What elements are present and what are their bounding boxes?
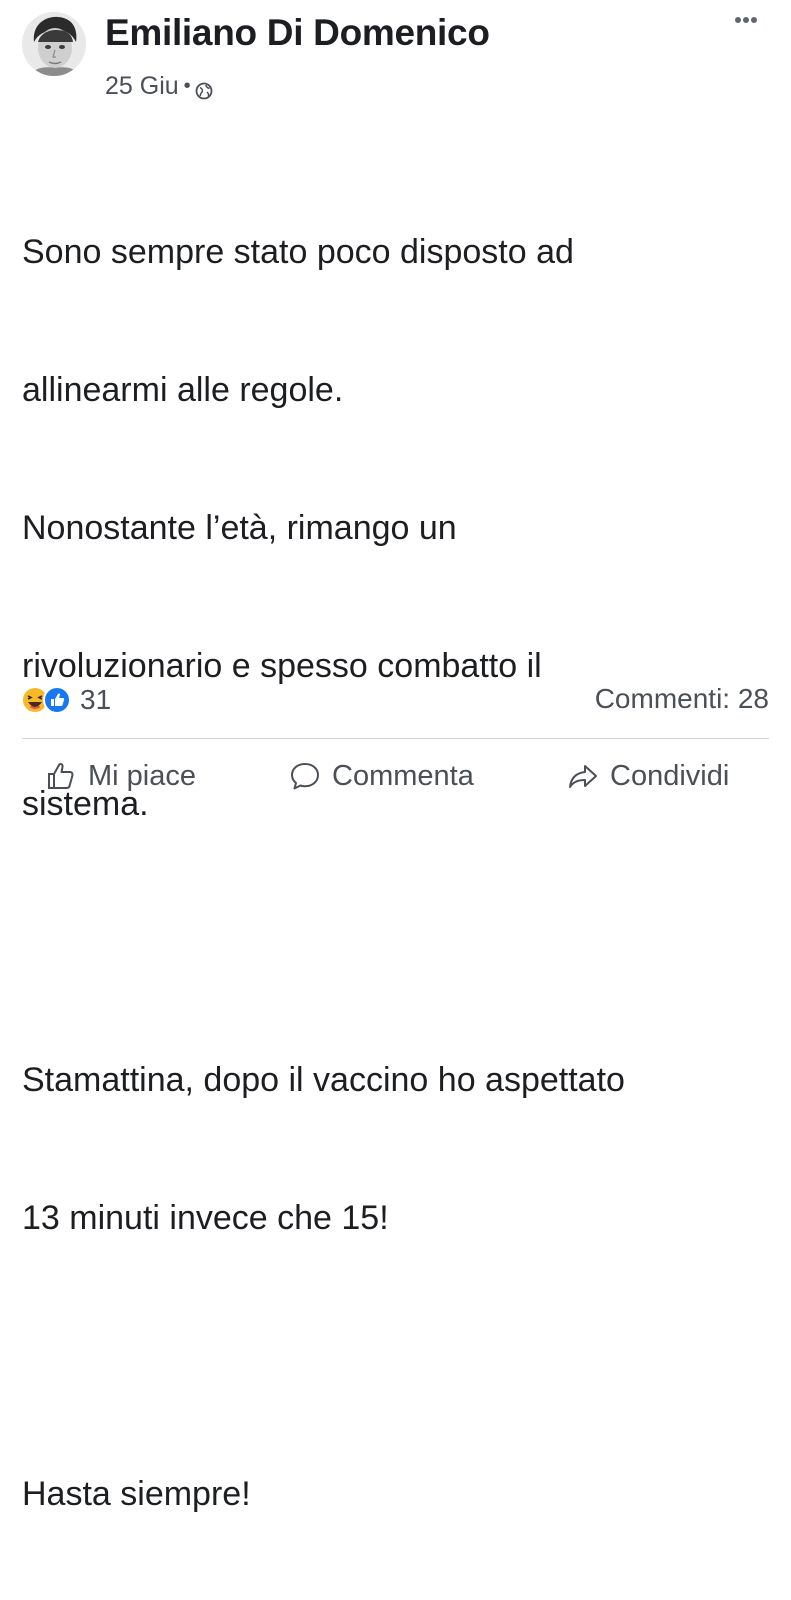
post-text-blank-line [22,919,782,965]
thumbs-up-icon [48,762,74,789]
like-reaction-icon [43,686,71,714]
post-text-line: Stamattina, dopo il vaccino ho aspettato [22,1061,625,1099]
share-button[interactable]: Condividi [566,752,729,800]
post-text-line: allinearmi alle regole. [22,371,344,409]
comment-bubble-icon [291,763,319,790]
reactions-summary[interactable]: 31 [20,680,111,720]
share-button-label: Condividi [610,759,730,792]
like-button-label: Mi piace [88,759,196,792]
post-text-line: Nonostante l’età, rimango un [22,509,457,547]
comments-count[interactable]: Commenti: 28 [595,683,769,715]
post-date[interactable]: 25 Giu [105,72,179,101]
reaction-count: 31 [80,684,112,715]
comment-button-label: Commenta [332,759,474,792]
author-name[interactable]: Emiliano Di Domenico [105,12,490,54]
share-arrow-icon [569,765,597,788]
avatar[interactable] [22,12,86,76]
meta-separator: • [183,75,191,97]
post-text-line: 13 minuti invece che 15! [22,1199,389,1237]
reaction-icons [20,685,72,715]
globe-icon [195,78,213,99]
post-text-line: Sono sempre stato poco disposto ad [22,233,574,271]
post-text: Sono sempre stato poco disposto ad allin… [22,137,782,1600]
like-button[interactable]: Mi piace [44,752,196,800]
post-meta: 25 Giu • [105,72,213,101]
post-text-line: Hasta siempre! [22,1475,251,1513]
post-text-blank-line [22,1333,782,1379]
facebook-post: Emiliano Di Domenico 25 Giu • Sono sempr… [0,0,791,1513]
action-bar: Mi piace Commenta Condividi [0,752,791,800]
divider [22,738,769,739]
more-options-icon[interactable] [724,6,768,34]
avatar-photo [22,12,86,76]
comment-button[interactable]: Commenta [288,752,474,800]
